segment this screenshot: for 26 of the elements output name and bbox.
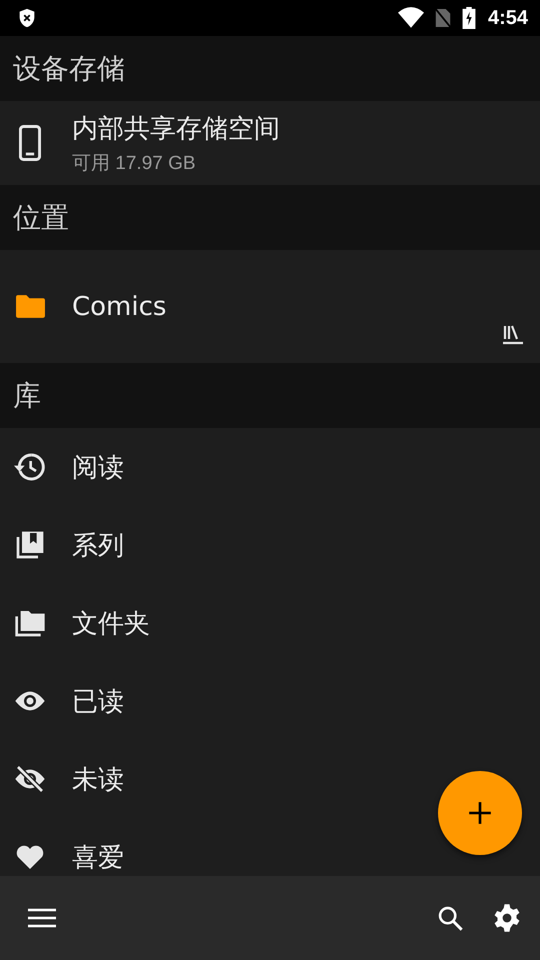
storage-item[interactable]: 内部共享存储空间 [72, 110, 280, 146]
battery-charging-icon [462, 7, 476, 29]
library-item[interactable]: 系列 [72, 528, 124, 562]
free-space-text: 可用 17.97 GB [72, 152, 197, 176]
library-item[interactable]: 文件夹 [72, 606, 150, 640]
library-item[interactable]: 喜爱 [72, 840, 124, 874]
no-sim-icon [434, 7, 452, 29]
settings-icon[interactable] [492, 903, 522, 933]
library-item[interactable]: 未读 [72, 762, 124, 796]
plus-icon [467, 800, 493, 826]
library-icon [502, 325, 524, 345]
phone-icon [19, 125, 41, 161]
section-header: 库 [13, 378, 41, 414]
clock-time: 4:54 [488, 6, 528, 30]
library-item[interactable]: 已读 [72, 684, 124, 718]
section-header: 位置 [13, 200, 69, 236]
section-header: 设备存储 [13, 50, 125, 86]
wifi-icon [398, 7, 424, 29]
folder-icon [14, 294, 46, 319]
location-item[interactable]: Comics [72, 292, 166, 322]
books-icon [14, 529, 46, 561]
search-icon[interactable] [436, 904, 464, 932]
library-item[interactable]: 阅读 [72, 450, 124, 484]
history-icon [14, 451, 46, 483]
eye-off-icon [13, 763, 47, 795]
menu-icon[interactable] [28, 908, 56, 928]
